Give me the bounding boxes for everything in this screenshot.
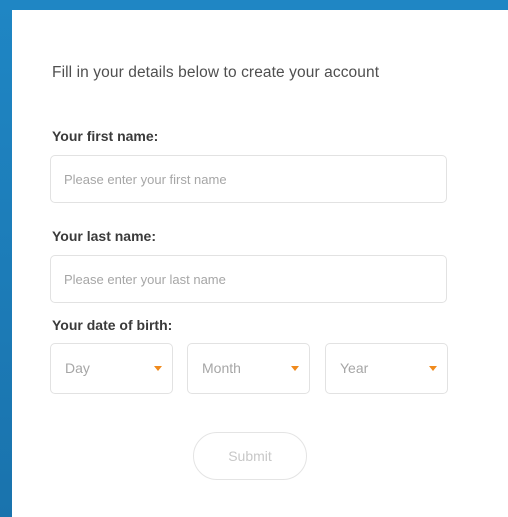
chevron-down-icon <box>154 366 162 371</box>
chevron-down-icon <box>291 366 299 371</box>
submit-button[interactable]: Submit <box>193 432 307 480</box>
day-select[interactable]: Day <box>50 343 173 394</box>
form-intro-text: Fill in your details below to create you… <box>52 64 380 81</box>
first-name-input[interactable] <box>50 155 447 203</box>
month-select-value: Month <box>202 360 241 376</box>
year-select-value: Year <box>340 360 369 376</box>
first-name-label: Your first name: <box>52 128 159 144</box>
year-select[interactable]: Year <box>325 343 448 394</box>
day-select-value: Day <box>65 360 90 376</box>
month-select[interactable]: Month <box>187 343 310 394</box>
last-name-input[interactable] <box>50 255 447 303</box>
chevron-down-icon <box>429 366 437 371</box>
last-name-label: Your last name: <box>52 228 156 244</box>
date-of-birth-label: Your date of birth: <box>52 317 173 333</box>
